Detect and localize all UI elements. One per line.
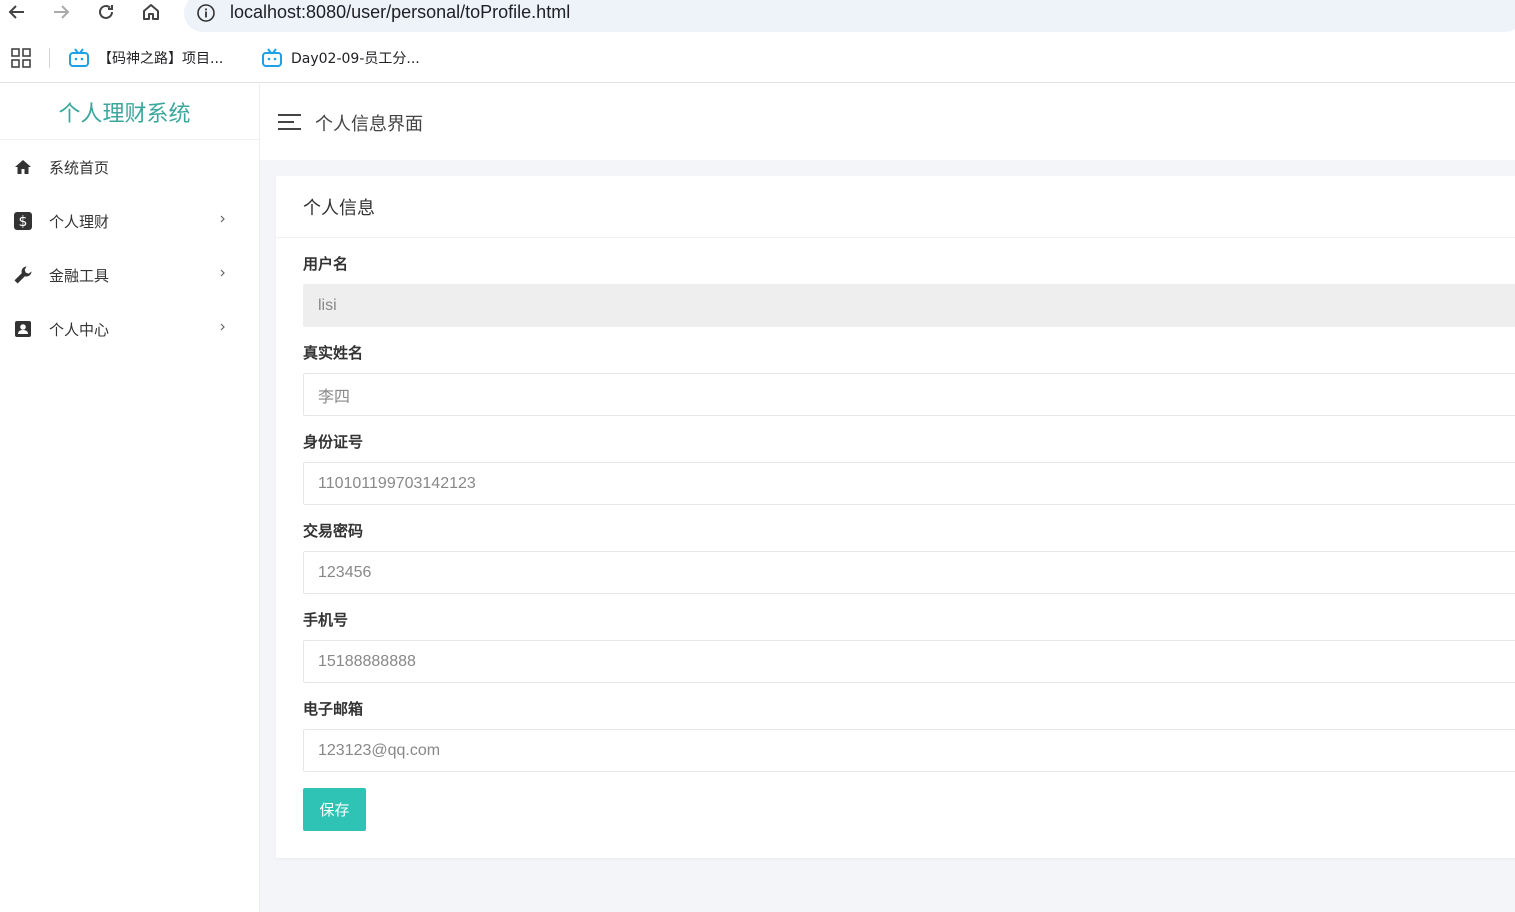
sidebar-item-personal-center[interactable]: 个人中心 (0, 302, 259, 356)
address-bar[interactable]: localhost:8080/user/personal/toProfile.h… (184, 0, 1515, 32)
info-icon[interactable] (196, 3, 216, 23)
forward-button[interactable] (47, 0, 75, 24)
form-group-realname: 真实姓名 (303, 343, 1515, 432)
arrow-right-icon (54, 5, 70, 19)
sidebar-item-label: 系统首页 (49, 158, 110, 177)
username-field (303, 284, 1515, 327)
bookmark-item[interactable]: Day02-09-员工分... (261, 46, 420, 70)
menu-toggle-icon[interactable] (278, 112, 302, 132)
phone-field[interactable] (303, 640, 1515, 683)
brand-title: 个人理财系统 (0, 84, 259, 140)
form-group-username: 用户名 (303, 254, 1515, 343)
dollar-icon: $ (13, 211, 33, 231)
sidebar-item-finance[interactable]: $ 个人理财 (0, 194, 259, 248)
email-label: 电子邮箱 (303, 700, 364, 718)
bilibili-icon (69, 48, 89, 67)
house-icon (143, 4, 159, 20)
profile-form: 用户名 真实姓名 身份证号 交易密码 手机号 电子邮箱 (303, 254, 1515, 831)
page-header: 个人信息界面 (260, 84, 1515, 160)
sidebar-item-label: 个人中心 (49, 320, 110, 339)
form-group-email: 电子邮箱 (303, 699, 1515, 788)
username-label: 用户名 (303, 255, 349, 273)
paypwd-label: 交易密码 (303, 522, 364, 540)
paypwd-field[interactable] (303, 551, 1515, 594)
apps-grid-icon[interactable] (11, 48, 31, 68)
sidebar-item-label: 个人理财 (49, 212, 110, 231)
bookmarks-separator (49, 48, 50, 68)
idcard-field[interactable] (303, 462, 1515, 505)
realname-field[interactable] (303, 373, 1515, 416)
bookmark-item[interactable]: 【码神之路】项目... (68, 46, 223, 70)
sidebar-item-home[interactable]: 系统首页 (0, 140, 259, 194)
bilibili-icon (262, 48, 282, 67)
form-group-idcard: 身份证号 (303, 432, 1515, 521)
home-button[interactable] (137, 0, 165, 24)
bookmark-label: Day02-09-员工分... (291, 51, 420, 67)
bookmarks-bar: 【码神之路】项目... Day02-09-员工分... (0, 33, 1515, 83)
chevron-right-icon (220, 215, 225, 223)
svg-text:$: $ (19, 214, 28, 230)
wrench-icon (13, 265, 33, 285)
reload-icon (99, 4, 113, 19)
idcard-label: 身份证号 (303, 433, 364, 451)
page-title: 个人信息界面 (315, 114, 423, 135)
profile-card: 个人信息 用户名 真实姓名 身份证号 交易密码 手机号 (276, 176, 1515, 858)
realname-label: 真实姓名 (303, 344, 364, 362)
chevron-right-icon (220, 323, 225, 331)
back-button[interactable] (3, 0, 31, 24)
browser-toolbar: localhost:8080/user/personal/toProfile.h… (0, 0, 1515, 33)
save-button[interactable]: 保存 (303, 788, 366, 831)
sidebar-item-label: 金融工具 (49, 266, 110, 285)
phone-label: 手机号 (303, 611, 349, 629)
email-field[interactable] (303, 729, 1515, 772)
reload-button[interactable] (92, 0, 120, 24)
contact-icon (13, 319, 33, 339)
main-content: 个人信息界面 个人信息 用户名 真实姓名 身份证号 交易密码 手机号 (260, 84, 1515, 912)
home-icon (13, 157, 33, 177)
bookmark-label: 【码神之路】项目... (98, 51, 224, 67)
card-title: 个人信息 (276, 176, 1515, 238)
sidebar: 个人理财系统 系统首页 $ 个人理财 金融工具 个人中心 (0, 84, 260, 912)
form-group-paypwd: 交易密码 (303, 521, 1515, 610)
arrow-left-icon (8, 5, 24, 19)
form-group-phone: 手机号 (303, 610, 1515, 699)
sidebar-item-tools[interactable]: 金融工具 (0, 248, 259, 302)
url-text[interactable]: localhost:8080/user/personal/toProfile.h… (230, 2, 570, 23)
chevron-right-icon (220, 269, 225, 277)
